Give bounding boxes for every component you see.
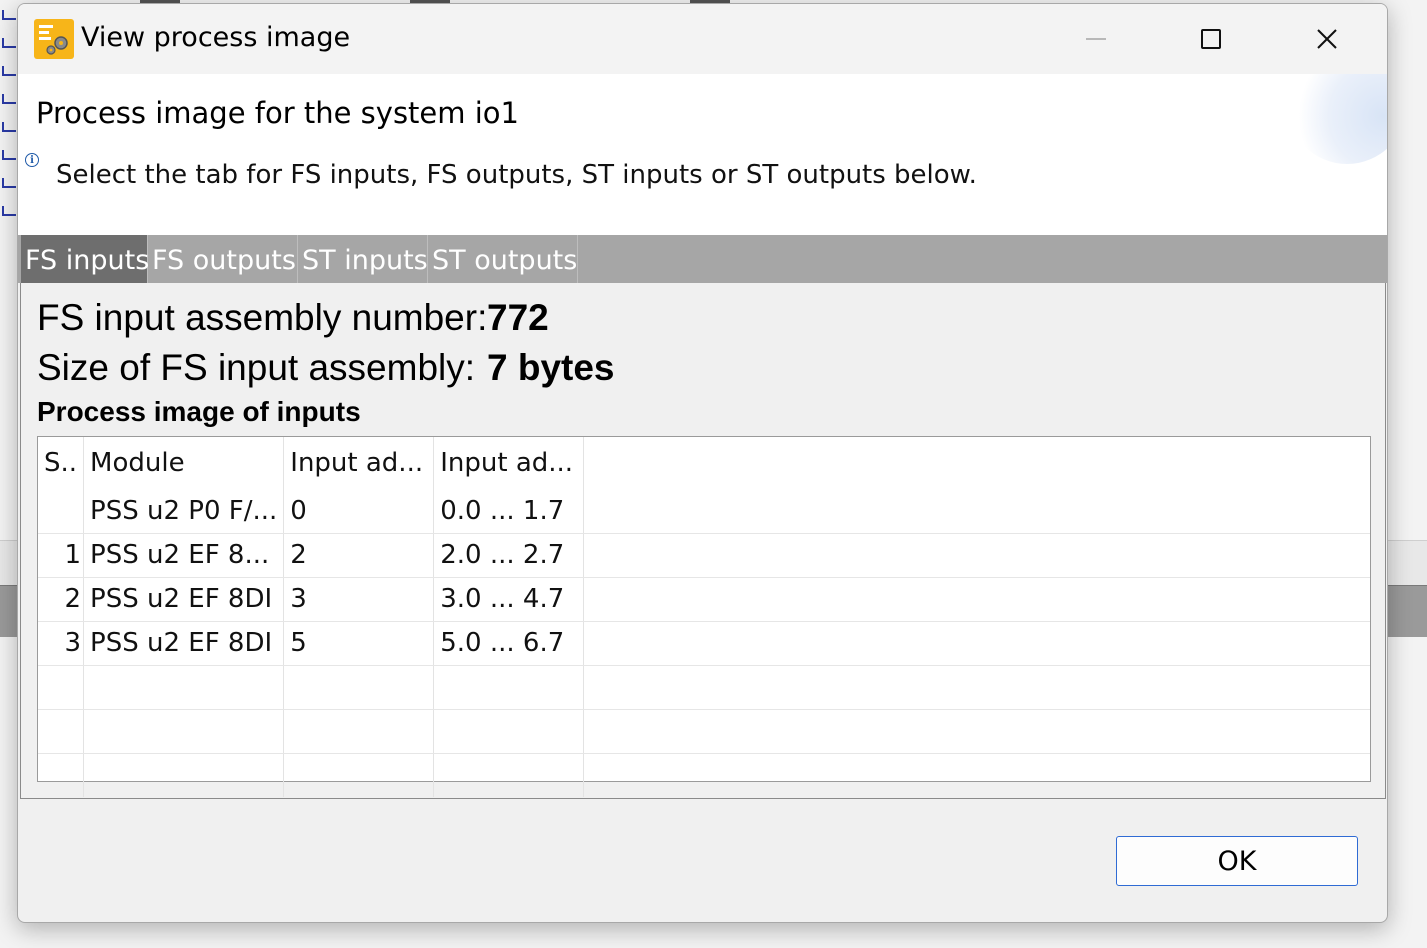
tab-st-inputs[interactable]: ST inputs — [298, 235, 428, 283]
table-header-row: S.. Module Input ad... Input ad... — [38, 437, 1370, 489]
tab-st-outputs[interactable]: ST outputs — [428, 235, 578, 283]
ok-button[interactable]: OK — [1116, 836, 1358, 886]
cell-byte-address: 3 — [283, 577, 435, 622]
assembly-size-label: Size of FS input assembly: — [37, 347, 476, 388]
gear-app-icon — [34, 19, 74, 59]
cell-module: PSS u2 P0 F/... — [83, 489, 285, 534]
window-title: View process image — [81, 22, 351, 53]
column-header-slot[interactable]: S.. — [38, 437, 85, 489]
cell-module: PSS u2 EF 8DI — [83, 577, 285, 622]
tab-fs-outputs[interactable]: FS outputs — [148, 235, 298, 283]
title-bar[interactable]: View process image — [18, 4, 1387, 74]
close-icon — [1317, 29, 1337, 49]
cell-bit-range: 2.0 ... 2.7 — [433, 533, 585, 578]
info-icon: i — [25, 153, 39, 167]
assembly-size-value: 7 bytes — [487, 347, 615, 388]
table-row[interactable]: 3 PSS u2 EF 8DI 5 5.0 ... 6.7 — [38, 621, 1370, 666]
table-empty-row — [38, 753, 1370, 797]
cell-slot: 3 — [38, 621, 85, 666]
dialog-header: Process image for the system io1 i Selec… — [18, 74, 1387, 236]
close-button[interactable] — [1277, 4, 1377, 74]
cell-filler — [583, 577, 1370, 622]
header-title: Process image for the system io1 — [36, 96, 519, 130]
header-decoration — [1287, 74, 1387, 164]
assembly-number-label: FS input assembly number: — [37, 297, 488, 338]
assembly-number-row: FS input assembly number: 772 — [37, 297, 549, 339]
column-header-input-address-range[interactable]: Input ad... — [433, 437, 585, 489]
table-empty-row — [38, 665, 1370, 710]
cell-module: PSS u2 EF 8DI — [83, 621, 285, 666]
minimize-button[interactable] — [1046, 4, 1146, 74]
cell-bit-range: 0.0 ... 1.7 — [433, 489, 585, 534]
table-empty-row — [38, 709, 1370, 754]
maximize-icon — [1201, 29, 1221, 49]
cell-slot: 2 — [38, 577, 85, 622]
view-process-image-dialog: View process image Process image for the… — [17, 3, 1388, 923]
section-title: Process image of inputs — [37, 396, 361, 427]
column-header-filler — [584, 437, 1370, 489]
cell-slot: 1 — [38, 533, 85, 578]
cell-filler — [583, 489, 1370, 534]
cell-byte-address: 2 — [283, 533, 435, 578]
table-row[interactable]: PSS u2 P0 F/... 0 0.0 ... 1.7 — [38, 489, 1370, 534]
minimize-icon — [1086, 38, 1106, 40]
column-header-input-address-byte[interactable]: Input ad... — [283, 437, 435, 489]
tab-content-fs-inputs: FS input assembly number: 772 Size of FS… — [20, 283, 1386, 799]
tab-strip: FS inputs FS outputs ST inputs ST output… — [18, 235, 1387, 283]
table-row[interactable]: 1 PSS u2 EF 8... 2 2.0 ... 2.7 — [38, 533, 1370, 578]
cell-slot — [38, 489, 85, 534]
cell-bit-range: 5.0 ... 6.7 — [433, 621, 585, 666]
cell-filler — [583, 621, 1370, 666]
cell-filler — [583, 533, 1370, 578]
assembly-number-value: 772 — [487, 297, 549, 338]
header-message: Select the tab for FS inputs, FS outputs… — [56, 160, 977, 190]
process-image-table[interactable]: S.. Module Input ad... Input ad... PSS u… — [37, 436, 1371, 797]
cell-byte-address: 5 — [283, 621, 435, 666]
cell-byte-address: 0 — [283, 489, 435, 534]
cell-module: PSS u2 EF 8... — [83, 533, 285, 578]
tab-fs-inputs[interactable]: FS inputs — [21, 235, 149, 283]
cell-bit-range: 3.0 ... 4.7 — [433, 577, 585, 622]
maximize-button[interactable] — [1161, 4, 1261, 74]
table-row[interactable]: 2 PSS u2 EF 8DI 3 3.0 ... 4.7 — [38, 577, 1370, 622]
column-header-module[interactable]: Module — [83, 437, 285, 489]
background-app-connector-lines — [0, 0, 18, 240]
assembly-size-row: Size of FS input assembly: 7 bytes — [37, 347, 615, 389]
